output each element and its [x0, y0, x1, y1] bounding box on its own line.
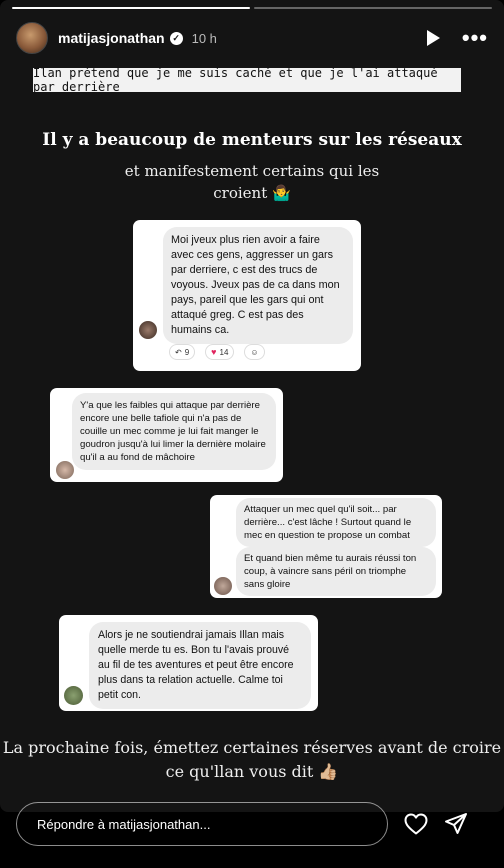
commenter-avatar: [56, 461, 74, 479]
subline: et manifestement certains qui les croien…: [124, 162, 380, 202]
add-reaction: ☺: [244, 344, 265, 360]
send-icon: [445, 813, 467, 834]
comment-screenshot-3: Attaquer un mec quel qu'il soit... par d…: [210, 495, 442, 598]
like-button[interactable]: [402, 810, 430, 838]
comment-screenshot-4: Alors je ne soutiendrai jamais Illan mai…: [59, 615, 318, 711]
comment-reactions: ↶ 9 ♥ 14 ☺: [169, 344, 265, 360]
story-progress: [12, 7, 492, 9]
reply-input[interactable]: Répondre à matijasjonathan...: [16, 802, 388, 846]
comment-screenshot-2: Y'a que les faibles qui attaque par derr…: [50, 388, 283, 482]
reply-count: ↶ 9: [169, 344, 196, 360]
like-count: ♥ 14: [205, 344, 235, 360]
banner-caption: Ilan prétend que je me suis caché et que…: [33, 66, 461, 94]
comment-screenshot-1: Moi jveux plus rien avoir a faire avec c…: [133, 220, 361, 371]
commenter-avatar: [64, 686, 83, 705]
story-header: matijasjonathan ✓ 10 h •••: [16, 20, 488, 56]
progress-segment: [12, 7, 250, 9]
share-button[interactable]: [442, 810, 470, 838]
timestamp: 10 h: [191, 30, 217, 46]
verified-badge-icon: ✓: [169, 31, 183, 45]
header-actions: •••: [426, 27, 488, 49]
reply-placeholder: Répondre à matijasjonathan...: [37, 816, 211, 832]
like-count-value: 14: [219, 347, 229, 357]
story-frame[interactable]: matijasjonathan ✓ 10 h ••• Ilan prétend …: [0, 0, 504, 812]
commenter-avatar: [139, 321, 157, 339]
username[interactable]: matijasjonathan: [58, 30, 165, 46]
closing-caption: La prochaine fois, émettez certaines rés…: [2, 738, 502, 781]
comment-bubble: Et quand bien même tu aurais réussi ton …: [236, 547, 436, 596]
comment-bubble: Moi jveux plus rien avoir a faire avec c…: [163, 227, 353, 344]
commenter-avatar: [214, 577, 232, 595]
emoji-icon: ☺: [250, 347, 259, 357]
avatar[interactable]: [16, 22, 48, 54]
heart-outline-icon: [404, 813, 428, 835]
comment-bubble: Attaquer un mec quel qu'il soit... par d…: [236, 498, 436, 547]
heart-icon: ♥: [211, 347, 217, 357]
play-icon[interactable]: [426, 30, 440, 46]
progress-segment: [254, 7, 492, 9]
reply-count-value: 9: [184, 347, 190, 357]
comment-bubble: Alors je ne soutiendrai jamais Illan mai…: [89, 622, 311, 709]
comment-bubble: Y'a que les faibles qui attaque par derr…: [72, 393, 276, 470]
more-options-icon[interactable]: •••: [462, 27, 488, 49]
reply-icon: ↶: [175, 347, 182, 357]
headline: Il y a beaucoup de menteurs sur les rése…: [42, 130, 462, 150]
